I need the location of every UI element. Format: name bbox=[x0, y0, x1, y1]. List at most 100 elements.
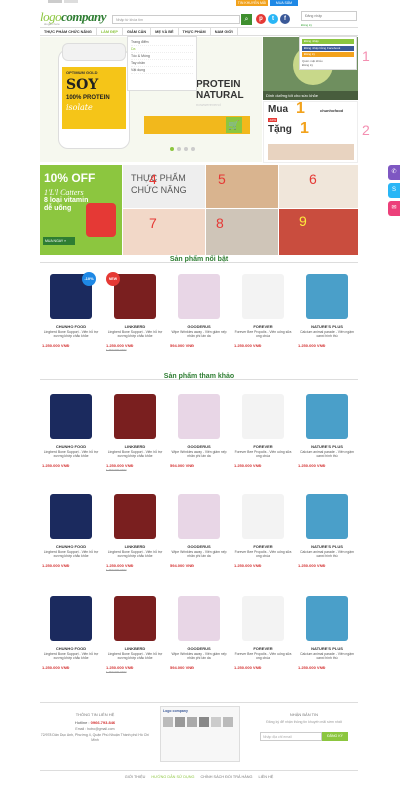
product-card[interactable]: CHUNHO FOOD Lingberd Bone Support - Viên … bbox=[40, 592, 102, 680]
product-image[interactable] bbox=[178, 394, 220, 439]
product-card[interactable]: LINKBERD Lingberd Bone Support - Viên hỗ … bbox=[104, 592, 166, 680]
login-button[interactable]: Đăng nhập bbox=[302, 39, 354, 44]
twitter-icon[interactable]: t bbox=[268, 14, 278, 24]
product-name[interactable]: Forever Bee Propolis - Viên uống sữa ong… bbox=[234, 450, 292, 458]
footer-link-returns[interactable]: CHÍNH SÁCH ĐỔI TRẢ HÀNG bbox=[200, 775, 252, 779]
product-card[interactable]: NEW LINKBERD Lingberd Bone Support - Viên … bbox=[104, 270, 166, 358]
product-image[interactable] bbox=[178, 494, 220, 539]
tile-waist[interactable]: 6 bbox=[279, 165, 358, 208]
dropdown-item[interactable]: Tóc & Móng bbox=[131, 53, 193, 60]
product-name[interactable]: Calcium animal parade - Viên ngậm canxi … bbox=[298, 330, 356, 338]
product-image[interactable] bbox=[114, 494, 156, 539]
product-name[interactable]: Lingberd Bone Support - Viên hỗ trợ xươn… bbox=[106, 450, 164, 458]
login-field[interactable]: Đăng nhập bbox=[301, 11, 357, 21]
product-card[interactable]: FOREVER Forever Bee Propolis - Viên uống … bbox=[232, 270, 294, 358]
product-image[interactable] bbox=[178, 596, 220, 641]
product-name[interactable]: Forever Bee Propolis - Viên uống sữa ong… bbox=[234, 652, 292, 660]
register-text-link[interactable]: Đăng ký bbox=[302, 63, 354, 67]
product-image[interactable] bbox=[50, 394, 92, 439]
product-name[interactable]: Lingberd Bone Support - Viên hỗ trợ xươn… bbox=[106, 330, 164, 338]
nav-item-functional-food[interactable]: THỰC PHẨM CHỨC NĂNG bbox=[40, 28, 97, 35]
product-card[interactable]: FOREVER Forever Bee Propolis - Viên uống … bbox=[232, 592, 294, 680]
dropdown-item[interactable]: Da bbox=[131, 46, 193, 53]
footer-email[interactable]: Email : hotro@gmail.com bbox=[40, 727, 150, 731]
product-card[interactable]: NATURE'S PLUS Calcium animal parade - Viê… bbox=[296, 490, 358, 578]
facebook-widget[interactable]: Logo company bbox=[160, 706, 240, 762]
product-name[interactable]: Lingberd Bone Support - Viên hỗ trợ xươn… bbox=[42, 652, 100, 660]
product-card[interactable]: NATURE'S PLUS Calcium animal parade - Viê… bbox=[296, 592, 358, 680]
avatar[interactable] bbox=[223, 717, 233, 727]
product-card[interactable]: LINKBERD Lingberd Bone Support - Viên hỗ … bbox=[104, 390, 166, 478]
product-image[interactable] bbox=[242, 394, 284, 439]
product-name[interactable]: Wipe Wrinkles away - Viên giảm nếp nhăn … bbox=[170, 652, 228, 660]
carousel-dot[interactable] bbox=[184, 147, 188, 151]
product-card[interactable]: GOODERUS Wipe Wrinkles away - Viên giảm n… bbox=[168, 592, 230, 680]
footer-link-guide[interactable]: HƯỚNG DẪN SỬ DỤNG bbox=[151, 775, 194, 779]
product-image[interactable] bbox=[306, 596, 348, 641]
promo-buy-get[interactable]: Mua 1 chunhofood -10% Tặng 1 bbox=[263, 101, 358, 163]
shopping-button[interactable]: MUA SẮM bbox=[270, 0, 298, 6]
subscribe-button[interactable]: ĐĂNG KÝ bbox=[322, 732, 348, 741]
search-button[interactable]: ⌕ bbox=[241, 14, 252, 25]
product-name[interactable]: Lingberd Bone Support - Viên hỗ trợ xươn… bbox=[42, 330, 100, 338]
product-name[interactable]: Calcium animal parade - Viên ngậm canxi … bbox=[298, 450, 356, 458]
avatar[interactable] bbox=[163, 717, 173, 727]
promo-news-button[interactable]: TIN KHUYẾN MÃI bbox=[236, 0, 268, 6]
skype-icon[interactable]: S bbox=[388, 183, 400, 198]
tile-mother-baby[interactable]: 7 bbox=[123, 209, 205, 255]
tile-woman-eating[interactable]: 5 bbox=[206, 165, 278, 208]
avatar[interactable] bbox=[187, 717, 197, 727]
product-card[interactable]: LINKBERD Lingberd Bone Support - Viên hỗ … bbox=[104, 490, 166, 578]
nav-item-beauty[interactable]: LÀM ĐẸP bbox=[97, 28, 123, 35]
viber-icon[interactable]: ✆ bbox=[388, 165, 400, 180]
product-card[interactable]: NATURE'S PLUS Calcium animal parade - Viê… bbox=[296, 270, 358, 358]
carousel-dot[interactable] bbox=[170, 147, 174, 151]
footer-link-about[interactable]: GIỚI THIỆU bbox=[125, 775, 146, 779]
product-image[interactable] bbox=[50, 494, 92, 539]
nav-item-food[interactable]: THỰC PHẨM bbox=[179, 28, 211, 35]
hotline-number[interactable]: 0966.793.846 bbox=[91, 720, 115, 725]
product-name[interactable]: Wipe Wrinkles away - Viên giảm nếp nhăn … bbox=[170, 450, 228, 458]
buy-now-button[interactable]: MUA NGAY » bbox=[43, 237, 75, 245]
carousel-dot[interactable] bbox=[177, 147, 181, 151]
product-image[interactable] bbox=[50, 596, 92, 641]
product-image[interactable] bbox=[306, 394, 348, 439]
nav-item-mother-baby[interactable]: MẸ VÀ BÉ bbox=[151, 28, 179, 35]
product-card[interactable]: GOODERUS Wipe Wrinkles away - Viên giảm n… bbox=[168, 490, 230, 578]
newsletter-email-input[interactable]: Nhập địa chỉ email bbox=[260, 732, 322, 741]
product-image[interactable] bbox=[242, 274, 284, 319]
product-card[interactable]: FOREVER Forever Bee Propolis - Viên uống … bbox=[232, 390, 294, 478]
chat-icon[interactable]: ✉ bbox=[388, 201, 400, 216]
product-name[interactable]: Calcium animal parade - Viên ngậm canxi … bbox=[298, 652, 356, 660]
product-name[interactable]: Lingberd Bone Support - Viên hỗ trợ xươn… bbox=[106, 550, 164, 558]
product-card[interactable]: CHUNHO FOOD Lingberd Bone Support - Viên … bbox=[40, 490, 102, 578]
product-card[interactable]: CHUNHO FOOD Lingberd Bone Support - Viên … bbox=[40, 390, 102, 478]
product-image[interactable] bbox=[114, 394, 156, 439]
product-name[interactable]: Calcium animal parade - Viên ngậm canxi … bbox=[298, 550, 356, 558]
product-card[interactable]: NATURE'S PLUS Calcium animal parade - Viê… bbox=[296, 390, 358, 478]
search-input[interactable]: Nhập từ khóa tìm bbox=[112, 15, 240, 24]
avatar[interactable] bbox=[199, 717, 209, 727]
product-name[interactable]: Forever Bee Propolis - Viên uống sữa ong… bbox=[234, 330, 292, 338]
carousel-dot[interactable] bbox=[191, 147, 195, 151]
product-name[interactable]: Lingberd Bone Support - Viên hỗ trợ xươn… bbox=[42, 450, 100, 458]
facebook-login-button[interactable]: Đăng nhập bằng Facebook bbox=[302, 45, 354, 51]
functional-food-tile[interactable]: THỰC PHẨM CHỨC NĂNG 4 bbox=[123, 165, 205, 208]
product-image[interactable] bbox=[178, 274, 220, 319]
product-card[interactable]: GOODERUS Wipe Wrinkles away - Viên giảm n… bbox=[168, 390, 230, 478]
dropdown-item[interactable]: Vật dụng bbox=[131, 67, 193, 74]
product-image[interactable] bbox=[242, 596, 284, 641]
nav-item-weight-loss[interactable]: GIẢM CÂN bbox=[123, 28, 152, 35]
product-card[interactable]: GOODERUS Wipe Wrinkles away - Viên giảm n… bbox=[168, 270, 230, 358]
tile-fruits[interactable]: 9 bbox=[279, 209, 358, 255]
footer-link-contact[interactable]: LIÊN HỆ bbox=[259, 775, 274, 779]
product-image[interactable] bbox=[114, 596, 156, 641]
promo-10-off[interactable]: 10% OFF 1'L'l Catters 8 loại vitamin dễ … bbox=[40, 165, 122, 255]
facebook-icon[interactable]: f bbox=[280, 14, 290, 24]
product-card[interactable]: FOREVER Forever Bee Propolis - Viên uống … bbox=[232, 490, 294, 578]
product-card[interactable]: -10% CHUNHO FOOD Lingberd Bone Support - V… bbox=[40, 270, 102, 358]
tile-man-drink[interactable]: 8 bbox=[206, 209, 278, 255]
register-button[interactable]: Đăng ký bbox=[302, 52, 354, 57]
product-name[interactable]: Wipe Wrinkles away - Viên giảm nếp nhăn … bbox=[170, 330, 228, 338]
product-name[interactable]: Wipe Wrinkles away - Viên giảm nếp nhăn … bbox=[170, 550, 228, 558]
